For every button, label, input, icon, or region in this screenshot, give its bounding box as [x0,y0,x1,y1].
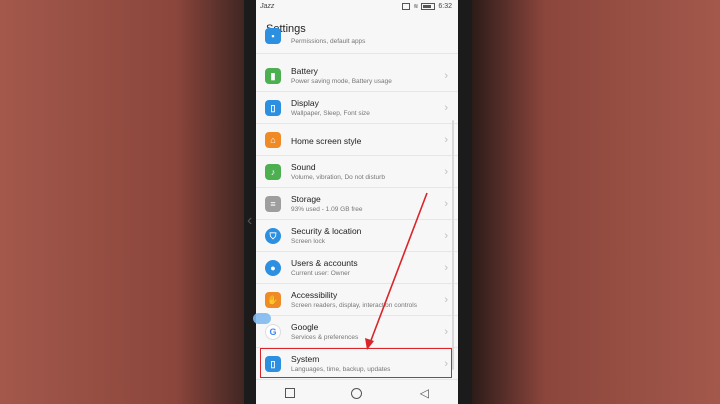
annotation-arrow-line [369,192,428,344]
annotation-arrow [365,192,428,350]
annotation-arrow-head [365,338,374,350]
